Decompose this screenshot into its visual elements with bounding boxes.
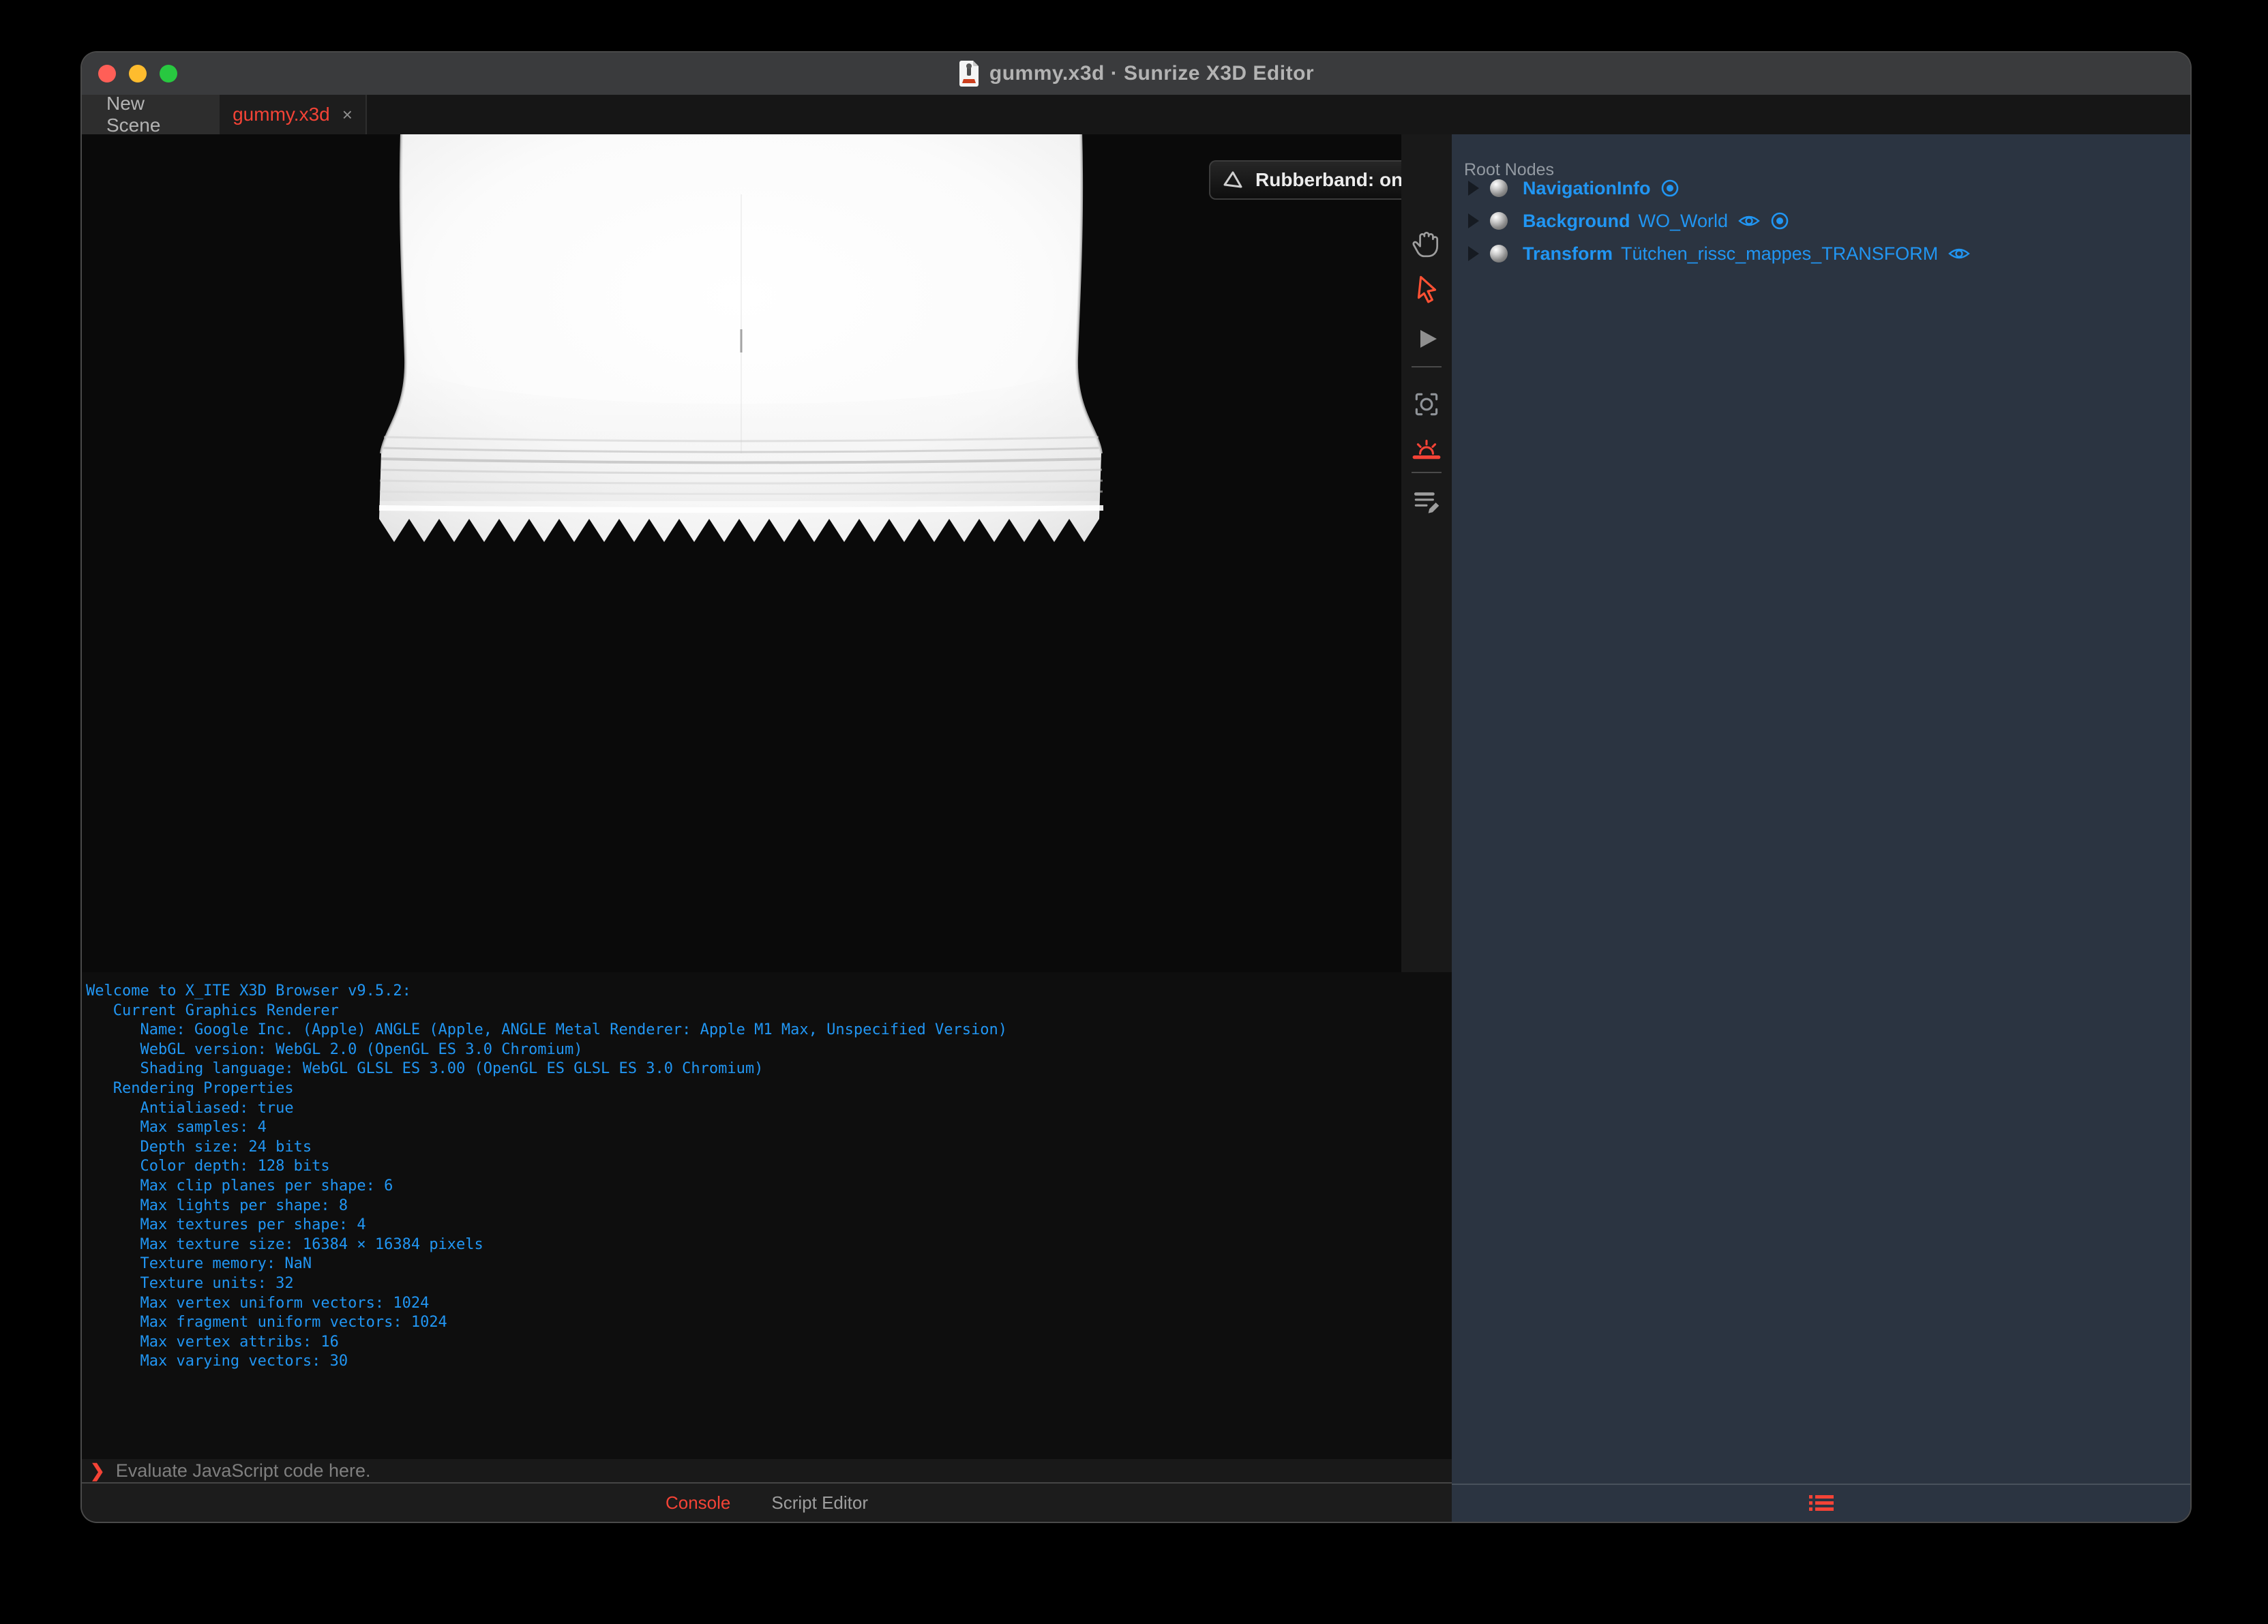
tab-script-editor[interactable]: Script Editor [771, 1492, 868, 1514]
console-line: Antialiased: true [86, 1099, 294, 1117]
script-edit-icon [1414, 492, 1439, 513]
console-line: Max fragment uniform vectors: 1024 [86, 1314, 447, 1332]
tab-console[interactable]: Console [666, 1492, 730, 1514]
tree-row-transform[interactable]: Transform Tütchen_rissc_mappes_TRANSFORM [1452, 237, 2190, 270]
node-sphere-icon [1490, 245, 1508, 262]
edit-script-button[interactable] [1410, 485, 1443, 517]
titlebar[interactable]: gummy.x3d · Sunrize X3D Editor [82, 52, 2190, 95]
expander-icon[interactable] [1468, 213, 1479, 228]
window-title-group: gummy.x3d · Sunrize X3D Editor [958, 60, 1314, 87]
console-line: Rendering Properties [86, 1079, 294, 1097]
console-line: Max samples: 4 [86, 1119, 267, 1137]
console-line: Max varying vectors: 30 [86, 1353, 348, 1370]
node-sphere-icon [1490, 212, 1508, 230]
console-line: Max lights per shape: 8 [86, 1197, 348, 1214]
x3d-file-icon [959, 61, 979, 87]
traffic-lights [98, 52, 177, 95]
tab-close-icon[interactable]: × [342, 104, 353, 125]
light-toggle-button[interactable] [1410, 432, 1443, 464]
tab-new-scene-label: New Scene [106, 93, 161, 136]
console-line: Current Graphics Renderer [86, 1002, 339, 1019]
node-name: Tütchen_rissc_mappes_TRANSFORM [1621, 243, 1939, 264]
window-title: gummy.x3d · Sunrize X3D Editor [989, 62, 1315, 85]
3d-viewport[interactable]: Rubberband: on [82, 134, 1452, 972]
console-line: WebGL version: WebGL 2.0 (OpenGL ES 3.0 … [86, 1040, 583, 1058]
rubberband-status-overlay: Rubberband: on [1209, 160, 1411, 200]
close-window-button[interactable] [98, 65, 116, 82]
tab-gummy-label: gummy.x3d [233, 104, 330, 125]
expander-icon[interactable] [1468, 181, 1479, 196]
console-output[interactable]: Welcome to X_ITE X3D Browser v9.5.2: Cur… [82, 972, 1452, 1459]
hand-icon [1412, 232, 1439, 258]
hand-pan-tool-button[interactable] [1410, 227, 1443, 260]
minimize-window-button[interactable] [129, 65, 147, 82]
console-line: Name: Google Inc. (Apple) ANGLE (Apple, … [86, 1021, 1008, 1039]
console-line: Shading language: WebGL GLSL ES 3.00 (Op… [86, 1060, 764, 1078]
console-line: Max clip planes per shape: 6 [86, 1177, 393, 1194]
console-line: Welcome to X_ITE X3D Browser v9.5.2: [86, 982, 411, 999]
view-frame-button[interactable] [1410, 388, 1443, 421]
gummy-pouch-model[interactable] [374, 134, 1108, 549]
play-icon [1420, 330, 1437, 348]
bind-icon[interactable] [1770, 211, 1789, 230]
select-arrow-tool-button[interactable] [1410, 272, 1443, 305]
camera-viewframe-icon [1415, 393, 1438, 416]
node-type: Transform [1523, 243, 1613, 264]
node-type: NavigationInfo [1523, 177, 1651, 198]
tab-gummy-x3d[interactable]: gummy.x3d × [220, 95, 367, 134]
node-name: WO_World [1638, 210, 1729, 231]
eye-icon[interactable] [1737, 212, 1761, 230]
console-prompt[interactable]: ❯ Evaluate JavaScript code here. [82, 1459, 1452, 1484]
console-line: Texture units: 32 [86, 1274, 294, 1292]
outline-panel: Root Nodes NavigationInfo Background WO_… [1452, 134, 2190, 1484]
console-tabbar: Console Script Editor [82, 1484, 1452, 1522]
panel-bottombar [1452, 1484, 2190, 1522]
tab-new-scene[interactable]: New Scene [82, 93, 220, 136]
app-window: gummy.x3d · Sunrize X3D Editor New Scene… [82, 52, 2190, 1522]
console-input-placeholder[interactable]: Evaluate JavaScript code here. [116, 1460, 371, 1482]
toolstrip-divider [1412, 366, 1442, 367]
console-line: Max vertex uniform vectors: 1024 [86, 1294, 430, 1312]
console-line: Texture memory: NaN [86, 1255, 312, 1273]
outline-list-toggle-icon[interactable] [1808, 1494, 1834, 1513]
console-line: Max texture size: 16384 × 16384 pixels [86, 1235, 483, 1253]
console-line: Max vertex attribs: 16 [86, 1333, 339, 1351]
node-sphere-icon [1490, 179, 1508, 197]
sunrise-icon [1412, 439, 1441, 460]
rubberband-triangle-icon [1223, 171, 1242, 188]
console-line: Depth size: 24 bits [86, 1138, 312, 1156]
expander-icon[interactable] [1468, 246, 1479, 261]
document-tabbar: New Scene gummy.x3d × [82, 93, 2190, 136]
prompt-chevron-icon: ❯ [90, 1460, 105, 1481]
cursor-arrow-icon [1417, 275, 1437, 303]
node-type: Background [1523, 210, 1630, 231]
eye-icon[interactable] [1948, 245, 1971, 262]
console-line: Color depth: 128 bits [86, 1158, 330, 1175]
scene-tree: NavigationInfo Background WO_World Trans… [1452, 172, 2190, 270]
rubberband-label: Rubberband: on [1255, 169, 1403, 190]
desktop-background: gummy.x3d · Sunrize X3D Editor New Scene… [0, 0, 2268, 1624]
tree-row-navigationinfo[interactable]: NavigationInfo [1452, 172, 2190, 205]
tree-row-background[interactable]: Background WO_World [1452, 205, 2190, 237]
console-line: Max textures per shape: 4 [86, 1216, 366, 1234]
bind-icon[interactable] [1660, 179, 1680, 198]
play-button[interactable] [1410, 322, 1443, 355]
zoom-window-button[interactable] [160, 65, 177, 82]
toolstrip-divider [1412, 472, 1442, 473]
